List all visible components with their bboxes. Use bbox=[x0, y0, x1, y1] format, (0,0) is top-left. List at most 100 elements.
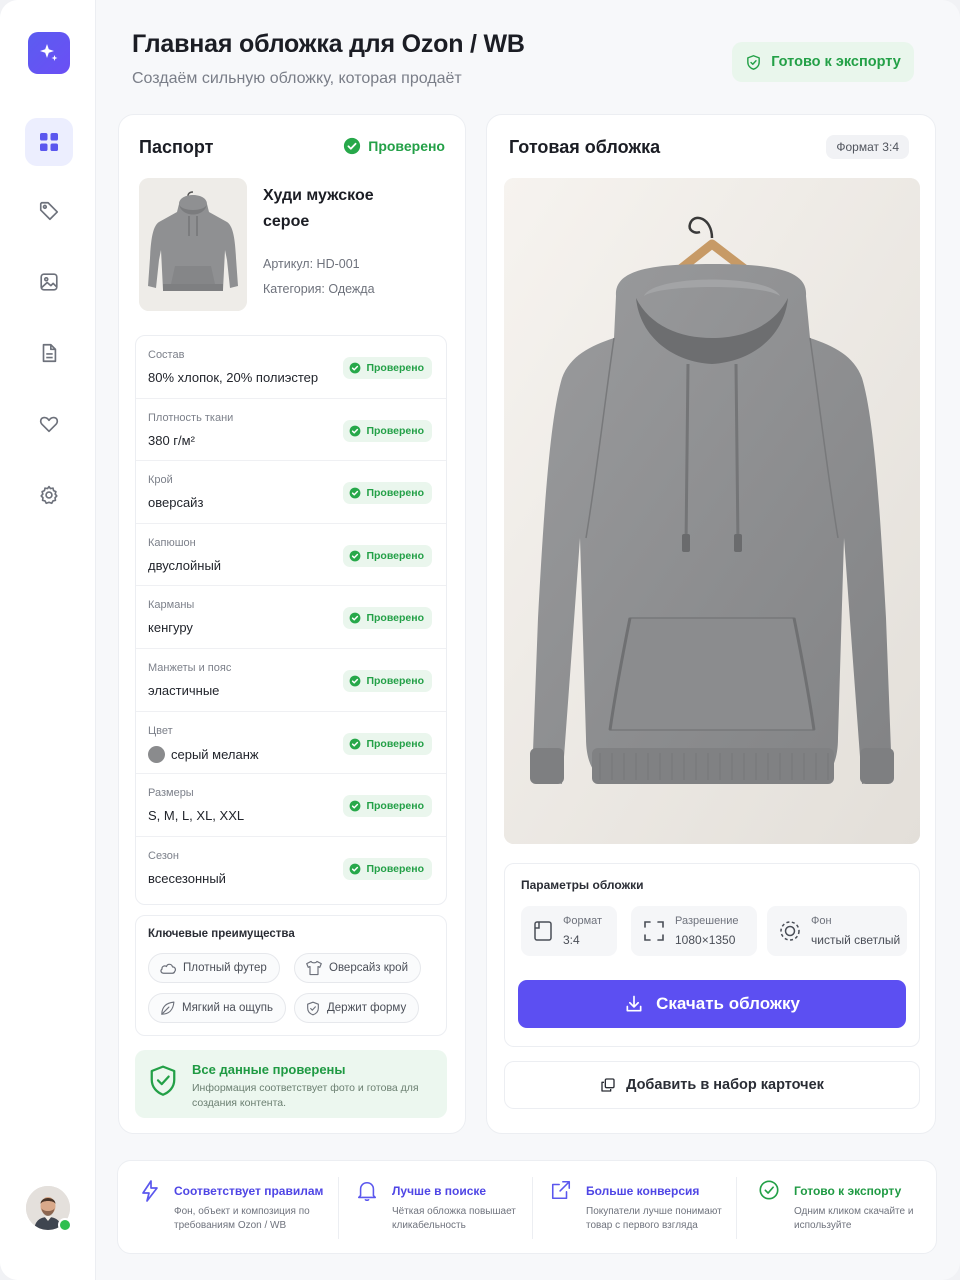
spec-label: Манжеты и пояс bbox=[148, 661, 232, 674]
param-label: Формат bbox=[563, 915, 603, 927]
spec-row: Манжеты и пояс эластичные Проверено bbox=[136, 649, 446, 712]
cloud-icon bbox=[160, 963, 177, 974]
gear-icon bbox=[40, 485, 58, 505]
page-title: Главная обложка для Ozon / WB bbox=[132, 30, 525, 58]
check-circle-icon bbox=[350, 738, 361, 749]
spec-value: всесезонный bbox=[148, 870, 226, 886]
background-icon bbox=[780, 921, 800, 941]
feature-title: Больше конверсия bbox=[586, 1184, 700, 1198]
tshirt-icon bbox=[306, 960, 322, 976]
product-name: Худи мужское серое bbox=[263, 187, 374, 230]
spec-label: Крой bbox=[148, 474, 173, 487]
benefit-chip[interactable]: Мягкий на ощупь bbox=[148, 993, 286, 1023]
benefit-chip[interactable]: Плотный футер bbox=[148, 953, 280, 983]
check-circle-icon bbox=[759, 1180, 779, 1200]
passport-card: Паспорт Проверено Худи мужское серое Арт… bbox=[118, 114, 466, 1134]
product-thumbnail[interactable] bbox=[139, 178, 247, 311]
features-bar: Соответствует правилам Фон, объект и ком… bbox=[117, 1160, 937, 1254]
product-category: Категория: Одежда bbox=[263, 282, 375, 296]
sidebar bbox=[0, 0, 96, 1280]
feature-title: Готово к экспорту bbox=[794, 1184, 902, 1198]
spec-row: Плотность ткани 380 г/м² Проверено bbox=[136, 399, 446, 462]
check-circle-icon bbox=[350, 362, 361, 374]
spec-label: Сезон bbox=[148, 849, 179, 862]
param-label: Разрешение bbox=[675, 915, 739, 927]
params-title: Параметры обложки bbox=[521, 878, 644, 892]
document-icon bbox=[42, 343, 57, 363]
benefits-title: Ключевые преимущества bbox=[148, 928, 295, 940]
spec-row: Сезон всесезонный Проверено bbox=[136, 837, 446, 900]
check-circle-icon bbox=[350, 800, 361, 812]
param-background: Фон чистый светлый bbox=[767, 906, 907, 956]
spec-label: Карманы bbox=[148, 599, 195, 612]
spec-value: кенгуру bbox=[148, 620, 193, 636]
share-icon bbox=[551, 1180, 571, 1200]
spec-value: S, M, L, XL, XXL bbox=[148, 808, 245, 824]
spec-label: Размеры bbox=[148, 787, 194, 800]
spec-value: оверсайз bbox=[148, 495, 204, 511]
page-subtitle: Создаём сильную обложку, которая продаёт bbox=[132, 70, 462, 87]
download-cover-button[interactable]: Скачать обложку bbox=[518, 980, 906, 1028]
export-status-badge[interactable]: Готово к экспорту bbox=[732, 42, 914, 82]
app-logo[interactable] bbox=[28, 32, 70, 74]
benefit-chip[interactable]: Держит форму bbox=[294, 993, 420, 1023]
bell-icon bbox=[357, 1181, 377, 1202]
spec-row: Размеры S, M, L, XL, XXL Проверено bbox=[136, 774, 446, 837]
passport-status: Проверено bbox=[343, 137, 445, 155]
divider bbox=[338, 1177, 339, 1239]
add-to-set-button[interactable]: Добавить в набор карточек bbox=[504, 1061, 920, 1109]
leaf-icon bbox=[161, 1001, 175, 1015]
spec-label: Плотность ткани bbox=[148, 411, 234, 424]
benefit-chip[interactable]: Оверсайз крой bbox=[294, 953, 422, 983]
user-avatar[interactable] bbox=[26, 1186, 72, 1232]
nav-images[interactable] bbox=[25, 258, 73, 306]
all-verified-notice: Все данные проверены Информация соответс… bbox=[135, 1050, 447, 1118]
param-format: Формат 3:4 bbox=[521, 906, 617, 956]
heart-icon bbox=[39, 416, 59, 433]
sparkle-logo-icon bbox=[40, 44, 58, 61]
all-verified-text: Информация соответствует фото и готова д… bbox=[192, 1082, 419, 1109]
nav-documents[interactable] bbox=[25, 329, 73, 377]
passport-title: Паспорт bbox=[139, 137, 214, 157]
cover-title: Готовая обложка bbox=[509, 137, 661, 157]
spec-verified-badge: Проверено bbox=[343, 482, 432, 505]
spec-row: Капюшон двуслойный Проверено bbox=[136, 524, 446, 587]
spec-verified-badge: Проверено bbox=[343, 732, 432, 755]
spec-label: Цвет bbox=[148, 724, 173, 737]
key-benefits: Ключевые преимущества Плотный футер Овер… bbox=[135, 915, 447, 1036]
spec-row: Цвет серый меланж Проверено bbox=[136, 712, 446, 775]
grid-icon bbox=[40, 133, 58, 151]
image-icon bbox=[40, 273, 58, 291]
spec-list: Состав 80% хлопок, 20% полиэстер Провере… bbox=[135, 335, 447, 905]
nav-settings[interactable] bbox=[25, 471, 73, 519]
cover-card: Готовая обложка Формат 3:4 Параметры обл… bbox=[486, 114, 936, 1134]
spec-value: двуслойный bbox=[148, 557, 222, 573]
nav-favorites[interactable] bbox=[25, 400, 73, 448]
color-swatch bbox=[148, 745, 165, 763]
spec-verified-badge: Проверено bbox=[343, 544, 432, 567]
feature-item: Готово к экспорту Одним кликом скачайте … bbox=[758, 1179, 928, 1239]
download-icon bbox=[626, 995, 642, 1012]
divider bbox=[532, 1177, 533, 1239]
nav-tags[interactable] bbox=[25, 187, 73, 235]
passport-status-label: Проверено bbox=[368, 138, 445, 154]
cover-preview-image[interactable] bbox=[504, 178, 920, 844]
all-verified-title: Все данные проверены bbox=[192, 1062, 346, 1077]
shield-check-icon bbox=[150, 1065, 176, 1096]
param-resolution: Разрешение 1080×1350 bbox=[631, 906, 757, 956]
divider bbox=[736, 1177, 737, 1239]
tag-icon bbox=[39, 201, 59, 221]
param-value: 1080×1350 bbox=[675, 933, 736, 947]
spec-verified-badge: Проверено bbox=[343, 607, 432, 630]
spec-verified-badge: Проверено bbox=[343, 857, 432, 880]
feature-text: Покупатели лучше понимают товар с первог… bbox=[586, 1206, 722, 1231]
format-badge: Формат 3:4 bbox=[826, 135, 909, 159]
spec-row: Состав 80% хлопок, 20% полиэстер Провере… bbox=[136, 336, 446, 399]
check-circle-icon bbox=[350, 487, 361, 499]
nav-dashboard[interactable] bbox=[25, 118, 73, 166]
spec-verified-badge: Проверено bbox=[343, 357, 432, 379]
feature-title: Соответствует правилам bbox=[174, 1184, 324, 1198]
spec-row: Крой оверсайз Проверено bbox=[136, 461, 446, 524]
check-circle-icon bbox=[350, 612, 361, 624]
spec-value: эластичные bbox=[148, 682, 220, 698]
